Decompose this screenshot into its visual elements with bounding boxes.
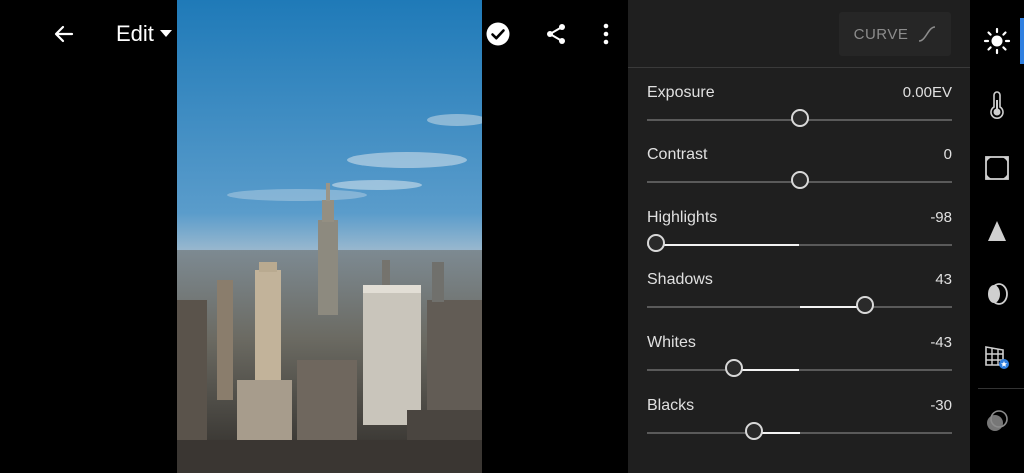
active-tool-indicator — [1020, 18, 1024, 64]
slider-fill — [650, 244, 800, 246]
slider-label: Blacks — [647, 397, 695, 414]
slider-highlights: Highlights -98 — [647, 209, 952, 261]
slider-value: -30 — [930, 397, 952, 414]
caret-down-icon — [159, 30, 172, 37]
slider-label: Exposure — [647, 84, 715, 101]
slider-thumb[interactable] — [790, 171, 809, 189]
slider-track[interactable] — [647, 109, 952, 127]
slider-track[interactable] — [647, 359, 952, 377]
slider-thumb[interactable] — [647, 234, 665, 252]
slider-label: Highlights — [647, 209, 718, 226]
rail-divider — [978, 388, 1024, 389]
slider-track[interactable] — [647, 171, 952, 189]
photo-canvas[interactable] — [177, 0, 482, 473]
slider-exposure: Exposure 0.00EV — [647, 84, 952, 136]
more-vertical-icon — [603, 23, 609, 45]
more-options-button[interactable] — [591, 19, 621, 49]
done-button[interactable] — [483, 19, 513, 49]
slider-whites: Whites -43 — [647, 334, 952, 386]
slider-thumb[interactable] — [790, 109, 809, 127]
slider-fill — [733, 369, 800, 371]
optics-lens-icon — [988, 283, 1008, 305]
curve-label: CURVE — [853, 25, 909, 43]
geometry-grid-icon — [985, 346, 1009, 369]
mix-circles-icon — [987, 410, 1008, 431]
optics-tool-button[interactable] — [982, 279, 1012, 309]
slider-track[interactable] — [647, 296, 952, 314]
slider-label: Contrast — [647, 146, 708, 163]
slider-thumb[interactable] — [856, 296, 875, 314]
slider-label: Shadows — [647, 271, 713, 288]
slider-label: Whites — [647, 334, 696, 351]
light-icon — [983, 27, 1011, 55]
slider-thumb[interactable] — [744, 422, 763, 440]
mix-tool-button[interactable] — [982, 406, 1012, 436]
vignette-icon — [985, 156, 1009, 180]
slider-thumb[interactable] — [724, 359, 743, 377]
panel-header: CURVE — [628, 0, 970, 68]
edit-mode-label: Edit — [116, 21, 154, 46]
slider-value: -98 — [930, 209, 952, 226]
light-adjustments-panel: CURVE Exposure 0.00EV Contrast 0 Highlig… — [628, 0, 970, 473]
edit-tools-rail — [970, 0, 1024, 473]
curve-button[interactable]: CURVE — [839, 12, 951, 56]
detail-triangle-icon — [988, 221, 1006, 241]
slider-value: -43 — [930, 334, 952, 351]
city-skyline-photo — [177, 0, 482, 473]
share-button[interactable] — [541, 19, 571, 49]
slider-blacks: Blacks -30 — [647, 397, 952, 449]
slider-track[interactable] — [647, 422, 952, 440]
slider-value: 0.00EV — [902, 84, 952, 101]
light-tool-button[interactable] — [982, 26, 1012, 56]
slider-contrast: Contrast 0 — [647, 146, 952, 198]
edit-mode-dropdown[interactable]: Edit — [116, 20, 172, 48]
checkmark-circle-icon — [486, 22, 510, 46]
slider-track[interactable] — [647, 234, 952, 252]
detail-tool-button[interactable] — [982, 216, 1012, 246]
geometry-tool-button[interactable] — [982, 342, 1012, 372]
color-tool-button[interactable] — [982, 90, 1012, 120]
back-arrow-icon — [54, 25, 74, 43]
slider-shadows: Shadows 43 — [647, 271, 952, 323]
share-icon — [547, 24, 565, 44]
thermometer-icon — [990, 91, 1004, 119]
slider-value: 0 — [943, 146, 952, 163]
curve-icon — [919, 26, 936, 42]
back-button[interactable] — [49, 19, 79, 49]
slider-value: 43 — [935, 271, 952, 288]
effects-tool-button[interactable] — [982, 153, 1012, 183]
